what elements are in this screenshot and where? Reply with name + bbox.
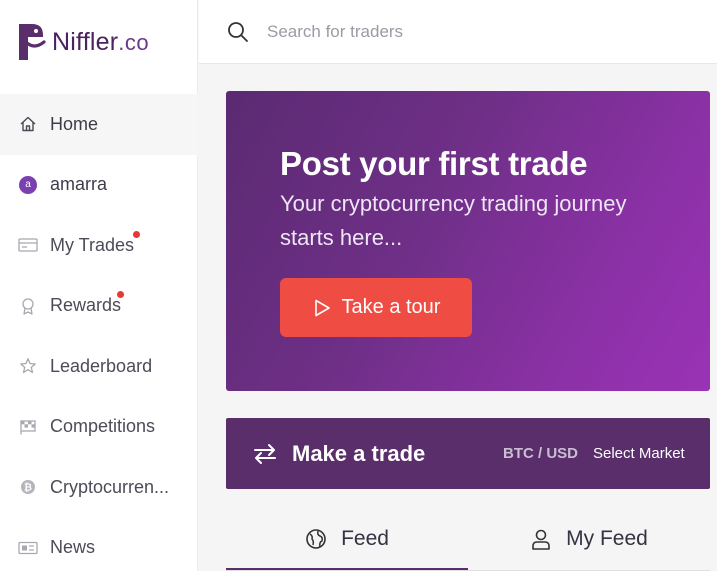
sidebar-item-leaderboard[interactable]: Leaderboard [0, 336, 198, 397]
hero-title: Post your first trade [280, 145, 588, 182]
avatar-wrapper: a [18, 175, 38, 195]
sidebar: Niffler.co Home a amarra My Trades Rewar… [0, 0, 198, 571]
sidebar-item-profile[interactable]: a amarra [0, 155, 198, 216]
sidebar-item-competitions[interactable]: Competitions [0, 397, 198, 458]
user-icon [530, 528, 552, 550]
globe-icon [305, 528, 327, 550]
sidebar-item-rewards[interactable]: Rewards [0, 276, 198, 337]
brand-name: Niffler [52, 27, 119, 56]
niffler-logo-icon [16, 22, 46, 62]
select-market-link[interactable]: Select Market [593, 445, 685, 462]
sidebar-item-label: News [50, 537, 96, 558]
svg-text:₿: ₿ [24, 482, 32, 494]
logo[interactable]: Niffler.co [16, 22, 149, 62]
sidebar-item-home[interactable]: Home [0, 94, 198, 155]
hero-subtitle: Your cryptocurrency trading journey star… [280, 191, 627, 250]
sidebar-item-label: Competitions [50, 416, 156, 437]
logo-text: Niffler.co [52, 28, 149, 57]
trades-icon [18, 235, 38, 255]
avatar: a [19, 175, 37, 194]
sidebar-item-cryptocurrencies[interactable]: ₿ Cryptocurren... [0, 457, 198, 518]
make-a-trade-title: Make a trade [292, 440, 426, 466]
sidebar-item-label: My Trades [50, 234, 135, 255]
market-pair: BTC / USD [503, 445, 578, 462]
play-icon [312, 298, 332, 318]
tab-label: Feed [341, 527, 389, 550]
sidebar-nav: Home a amarra My Trades Rewards Leaderbo… [0, 94, 198, 571]
brand-tld: .co [118, 29, 150, 55]
top-search-bar [199, 0, 717, 64]
swap-arrows-icon [252, 441, 278, 467]
tab-label: My Feed [566, 527, 648, 550]
sidebar-item-label: Cryptocurren... [50, 476, 170, 497]
sidebar-item-label: Home [50, 113, 99, 134]
rewards-icon [18, 296, 38, 316]
make-a-trade-bar[interactable]: Make a trade BTC / USD Select Market [226, 418, 710, 489]
notification-dot [133, 230, 140, 238]
sidebar-item-my-trades[interactable]: My Trades [0, 215, 198, 276]
sidebar-item-news[interactable]: News [0, 518, 198, 571]
tab-my-feed[interactable]: My Feed [468, 510, 710, 568]
feed-tabs: Feed My Feed [226, 510, 710, 571]
star-icon [18, 356, 38, 376]
notification-dot [117, 291, 124, 299]
hero-banner: Post your first trade Your cryptocurrenc… [226, 91, 710, 391]
sidebar-item-label: Rewards [50, 295, 122, 316]
search-input[interactable] [267, 21, 667, 42]
sidebar-item-label: amarra [50, 174, 108, 195]
tab-feed[interactable]: Feed [226, 510, 468, 571]
home-icon [18, 114, 38, 134]
app-window: Niffler.co Home a amarra My Trades Rewar… [0, 0, 717, 571]
search-icon[interactable] [227, 21, 249, 43]
bitcoin-icon: ₿ [18, 477, 38, 497]
sidebar-item-label: Leaderboard [50, 355, 153, 376]
competitions-icon [18, 417, 38, 437]
take-a-tour-button[interactable]: Take a tour [280, 278, 472, 337]
news-icon [18, 538, 38, 558]
take-a-tour-label: Take a tour [341, 296, 441, 318]
